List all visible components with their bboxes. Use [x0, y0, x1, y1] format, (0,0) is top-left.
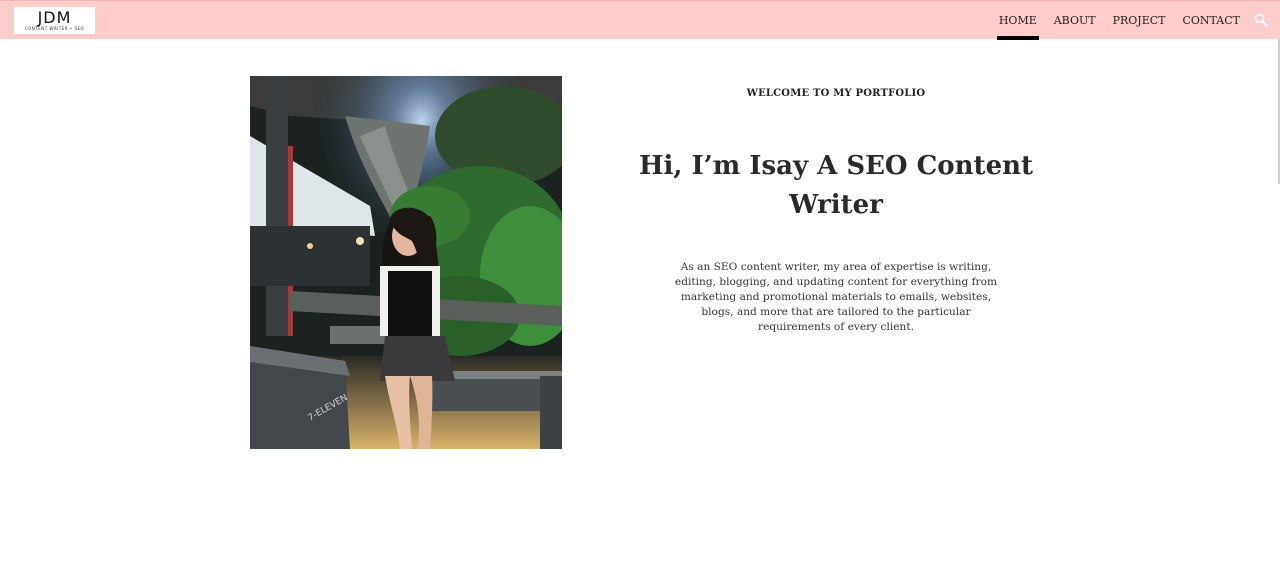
- headline-line-1: Hi, I’m Isay A SEO Content: [638, 151, 1034, 181]
- nav-project[interactable]: PROJECT: [1113, 1, 1166, 40]
- logo-mark: JDM: [37, 8, 72, 27]
- site-header: JDM CONTENT WRITER • SEO HOME ABOUT PROJ…: [0, 0, 1280, 40]
- intro-paragraph: As an SEO content writer, my area of exp…: [674, 261, 998, 333]
- site-logo[interactable]: JDM CONTENT WRITER • SEO: [14, 7, 95, 34]
- portrait-photo: 7-ELEVEN: [250, 76, 562, 449]
- nav-contact[interactable]: CONTACT: [1183, 1, 1241, 40]
- logo-subtitle: CONTENT WRITER • SEO: [24, 26, 85, 31]
- headline-line-2: Writer: [789, 190, 883, 220]
- section-eyebrow: WELCOME TO MY PORTFOLIO: [746, 88, 926, 99]
- nav-about[interactable]: ABOUT: [1054, 1, 1096, 40]
- nav-home[interactable]: HOME: [996, 1, 1039, 40]
- page-title: Hi, I’m Isay A SEO Content Writer: [636, 147, 1036, 225]
- main-nav: HOME ABOUT PROJECT CONTACT: [982, 1, 1240, 40]
- search-icon[interactable]: [1254, 13, 1268, 27]
